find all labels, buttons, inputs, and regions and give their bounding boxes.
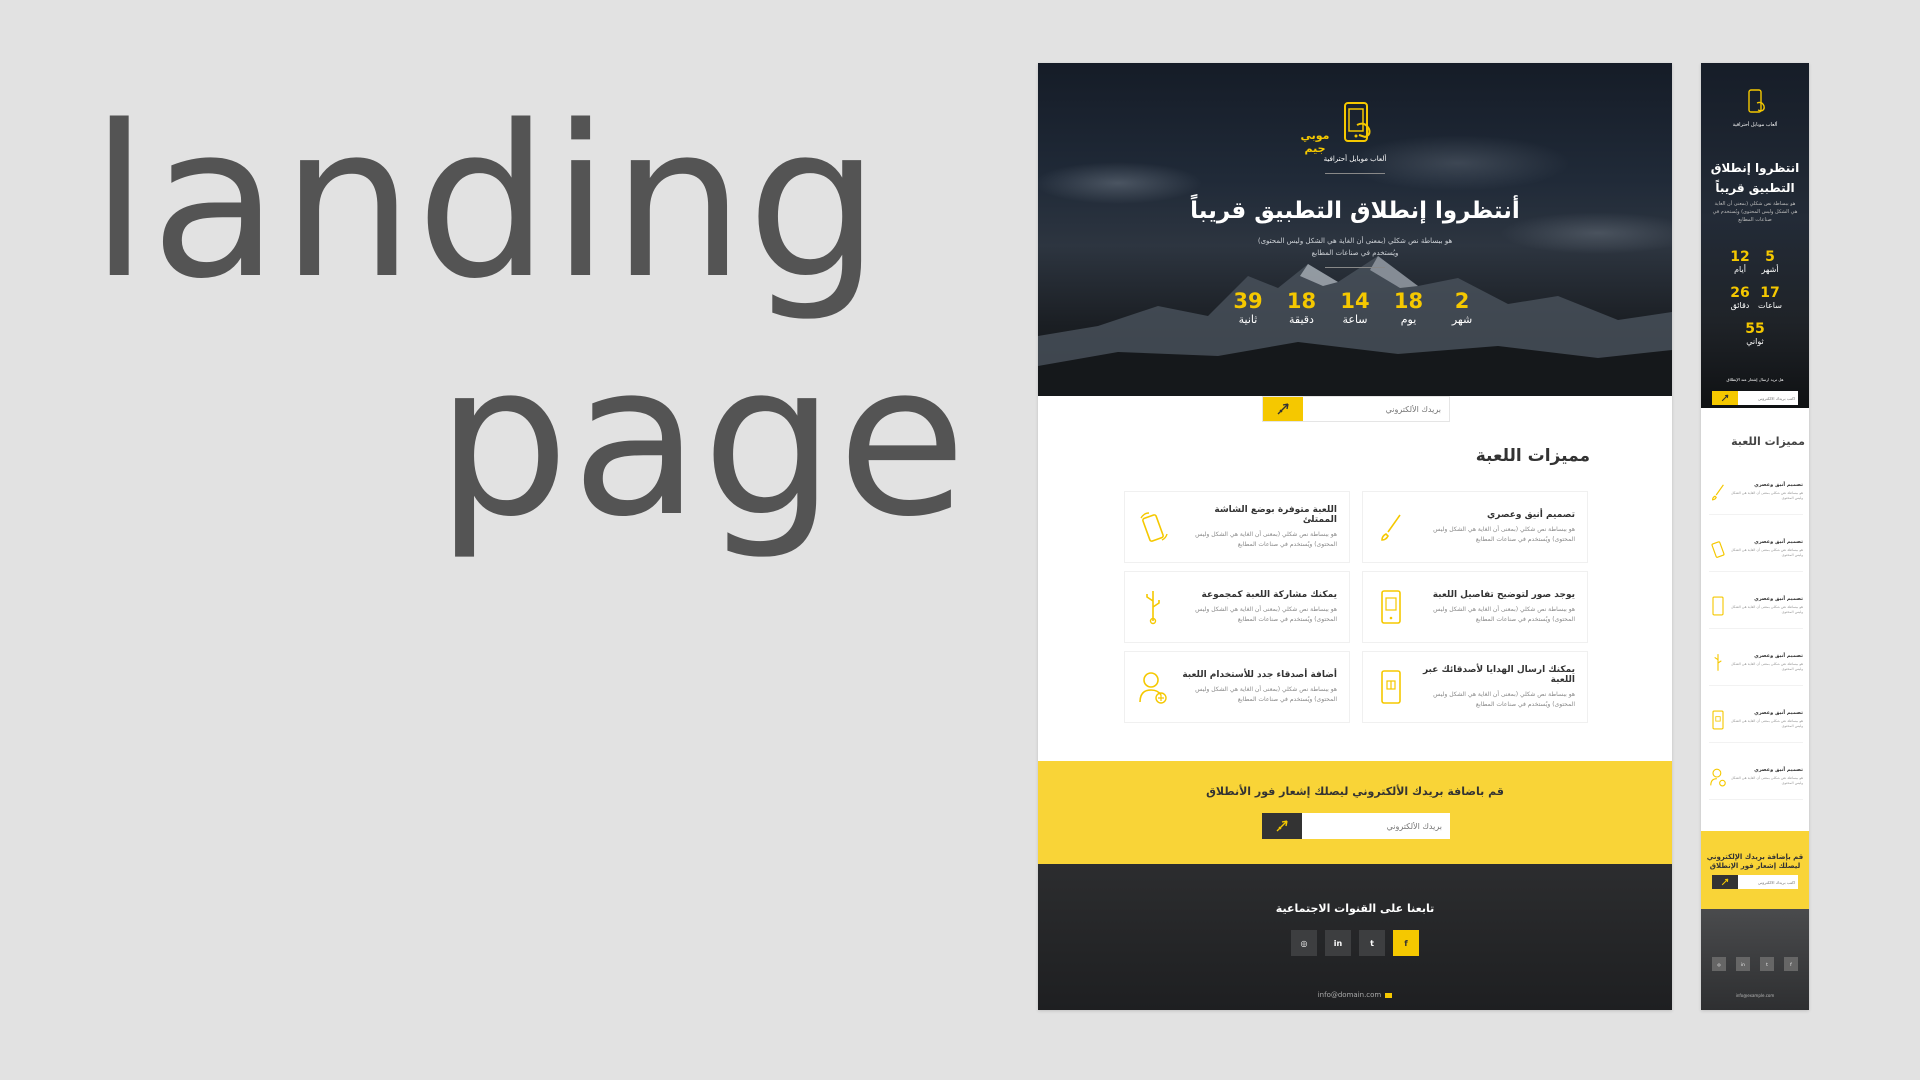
- mobile-subscribe-section: قم بإضافة بريدك الإلكتروني ليصلك إشعار ف…: [1701, 831, 1809, 909]
- mobile-subscribe-send-button[interactable]: [1712, 875, 1738, 889]
- rocket-icon: [1277, 403, 1289, 415]
- footer-email[interactable]: info@domain.com: [1038, 991, 1672, 999]
- mobile-feature-card: تصميم أنيق وعصري هو ببساطة نص شكلي بمعنى …: [1709, 469, 1803, 515]
- follow-title: تابعنا على القنوات الاجتماعية: [1275, 902, 1435, 915]
- feature-card: اللعبة متوفرة بوضع الشاشة الممتلئ هو ببسا…: [1124, 491, 1350, 563]
- mobile-email-form: [1712, 391, 1798, 405]
- subscribe-email-input[interactable]: [1302, 813, 1450, 839]
- features-grid: تصميم أنيق وعصري هو ببساطة نص شكلي (بمعنى…: [1124, 491, 1588, 723]
- mobile-footer-email[interactable]: info@example.com: [1701, 993, 1809, 998]
- hero-divider: [1325, 267, 1385, 268]
- mobile-feature-card: تصميم أنيق وعصري هو ببساطة نص شكلي بمعنى …: [1709, 583, 1803, 629]
- feature-card: يوجد صور لتوضيح تفاصيل اللعبة هو ببساطة ن…: [1362, 571, 1588, 643]
- mobile-subscribe-text: قم بإضافة بريدك الإلكتروني ليصلك إشعار ف…: [1706, 853, 1804, 870]
- send-button[interactable]: [1263, 397, 1303, 421]
- game-phone-icon: [1344, 102, 1371, 142]
- mobile-countdown-hours: 17 ساعات: [1758, 285, 1782, 310]
- phone-gift-icon: [1375, 667, 1407, 707]
- feature-card: أضافة أصدقاء جدد للأستخدام اللعبة هو ببسا…: [1124, 651, 1350, 723]
- mobile-hero: ألعاب موبايل أحترافية انتظروا إنطلاق الت…: [1701, 63, 1809, 408]
- facebook-icon[interactable]: f: [1784, 957, 1798, 971]
- mobile-feature-card: تصميم أنيق وعصري هو ببساطة نص شكلي بمعنى …: [1709, 754, 1803, 800]
- facebook-icon[interactable]: f: [1393, 930, 1419, 956]
- instagram-icon[interactable]: ◎: [1712, 957, 1726, 971]
- phone-image-icon: [1709, 595, 1727, 617]
- hero-email-form: [1262, 396, 1450, 422]
- subscribe-text: قم باضافة بريدك الألكتروني ليصلك إشعار ف…: [1206, 785, 1504, 798]
- usb-share-icon: [1137, 587, 1169, 627]
- feature-card: تصميم أنيق وعصري هو ببساطة نص شكلي (بمعنى…: [1362, 491, 1588, 563]
- countdown-minutes: 18 دقيقة: [1286, 289, 1317, 326]
- mobile-logo-tagline: ألعاب موبايل أحترافية: [1732, 122, 1778, 128]
- countdown-days: 18 يوم: [1393, 289, 1424, 326]
- hero-description: هو ببساطة نص شكلي (بمعنى أن الغاية هي ال…: [1257, 237, 1453, 257]
- brush-icon: [1375, 507, 1407, 547]
- phone-rotate-icon: [1709, 538, 1727, 560]
- game-phone-icon: [1748, 89, 1765, 113]
- social-links: ◎ in t f: [1291, 930, 1419, 956]
- features-title: مميزات اللعبة: [1475, 446, 1590, 466]
- linkedin-icon[interactable]: in: [1736, 957, 1750, 971]
- mobile-notify-note: هل تريد ارسال إشعار عند الإنطلاق: [1726, 377, 1784, 382]
- phone-rotate-icon: [1137, 507, 1169, 547]
- headline-page: page: [436, 318, 969, 563]
- rocket-icon: [1721, 394, 1729, 402]
- phone-image-icon: [1375, 587, 1407, 627]
- mobile-features-title: مميزات اللعبة: [1731, 435, 1805, 448]
- instagram-icon[interactable]: ◎: [1291, 930, 1317, 956]
- logo-divider: [1325, 173, 1385, 174]
- mobile-countdown-months: 5 أشهر: [1761, 249, 1779, 274]
- brand-logo: موبي جيم ألعاب موبايل أحترافية: [1295, 101, 1415, 174]
- mobile-feature-card: تصميم أنيق وعصري هو ببساطة نص شكلي بمعنى …: [1709, 697, 1803, 743]
- feature-card: يمكنك مشاركة اللعبة كمجموعة هو ببساطة نص …: [1124, 571, 1350, 643]
- subscribe-form: [1262, 813, 1450, 839]
- mobile-feature-card: تصميم أنيق وعصري هو ببساطة نص شكلي بمعنى …: [1709, 640, 1803, 686]
- subscribe-section: قم باضافة بريدك الألكتروني ليصلك إشعار ف…: [1038, 761, 1672, 864]
- desktop-mockup: موبي جيم ألعاب موبايل أحترافية أنتظروا إ…: [1038, 63, 1672, 1010]
- mobile-email-input[interactable]: [1738, 391, 1798, 405]
- mobile-send-button[interactable]: [1712, 391, 1738, 405]
- headline-landing: landing: [90, 80, 883, 325]
- countdown-hours: 14 ساعة: [1340, 289, 1370, 326]
- countdown-seconds: 39 ثانية: [1233, 289, 1263, 326]
- brush-icon: [1709, 481, 1727, 503]
- mobile-hero-title: انتظروا إنطلاق التطبيق قريباً: [1710, 161, 1800, 195]
- countdown: 2 شهر 18 يوم 14 ساعة 18 دقيقة 39 ثانية: [1228, 289, 1482, 326]
- add-user-icon: [1137, 667, 1169, 707]
- mobile-footer: ◎ in t f info@example.com: [1701, 909, 1809, 1010]
- mobile-countdown-seconds: 55 ثواني: [1745, 321, 1765, 346]
- footer: تابعنا على القنوات الاجتماعية ◎ in t f i…: [1038, 864, 1672, 1010]
- linkedin-icon[interactable]: in: [1325, 930, 1351, 956]
- mobile-hero-description: هو ببساطة نص شكلي (بمعنى أن الغاية هي ال…: [1712, 201, 1798, 223]
- phone-gift-icon: [1709, 709, 1727, 731]
- hero-section: موبي جيم ألعاب موبايل أحترافية أنتظروا إ…: [1038, 63, 1672, 396]
- usb-share-icon: [1709, 652, 1727, 674]
- twitter-icon[interactable]: t: [1760, 957, 1774, 971]
- mobile-countdown-minutes: 26 دقائق: [1730, 285, 1750, 310]
- feature-card: يمكنك ارسال الهدايا لأصدقائك عبر اللعبة ه…: [1362, 651, 1588, 723]
- twitter-icon[interactable]: t: [1359, 930, 1385, 956]
- countdown-months: 2 شهر: [1451, 289, 1473, 326]
- logo-name: موبي جيم: [1300, 129, 1330, 155]
- subscribe-send-button[interactable]: [1262, 813, 1302, 839]
- mobile-social-links: ◎ in t f: [1712, 957, 1798, 971]
- add-user-icon: [1709, 766, 1727, 788]
- rocket-icon: [1276, 820, 1288, 832]
- logo-tagline: ألعاب موبايل أحترافية: [1323, 155, 1387, 163]
- mobile-countdown-days: 12 أيام: [1730, 249, 1750, 274]
- mobile-mockup: ألعاب موبايل أحترافية انتظروا إنطلاق الت…: [1701, 63, 1809, 1010]
- envelope-icon: [1385, 992, 1393, 998]
- mobile-feature-card: تصميم أنيق وعصري هو ببساطة نص شكلي بمعنى …: [1709, 526, 1803, 572]
- mobile-subscribe-form: [1712, 875, 1798, 889]
- rocket-icon: [1721, 878, 1729, 886]
- hero-title: أنتظروا إنطلاق التطبيق قريباً: [1190, 198, 1520, 224]
- mobile-subscribe-email-input[interactable]: [1738, 875, 1798, 889]
- email-input[interactable]: [1303, 397, 1449, 421]
